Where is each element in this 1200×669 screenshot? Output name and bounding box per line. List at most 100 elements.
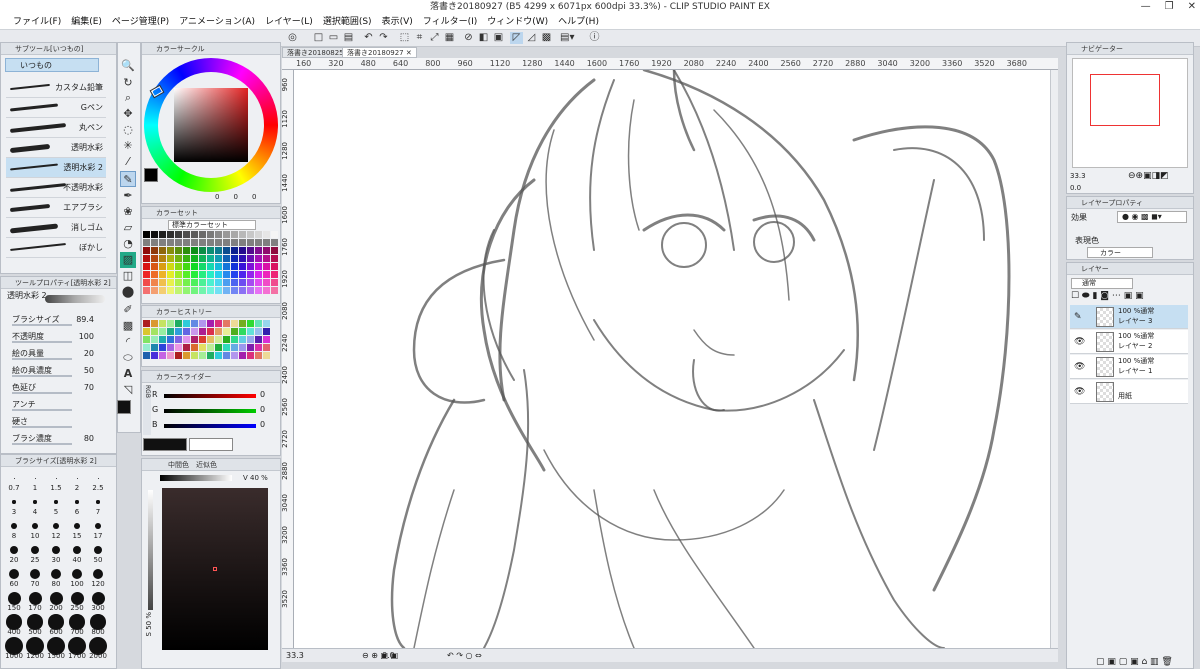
color-history-swatch[interactable] [263,352,270,359]
color-set-swatch[interactable] [255,239,262,246]
color-set-swatch[interactable] [167,271,174,278]
color-set-swatch[interactable] [223,263,230,270]
g-slider[interactable]: G0 [152,405,272,417]
color-set-swatch[interactable] [263,231,270,238]
color-set-swatch[interactable] [223,287,230,294]
color-history-swatch[interactable] [247,336,254,343]
ellipse-tool-icon[interactable]: ⬭ [120,350,136,366]
color-set-swatch[interactable] [271,287,278,294]
color-set-swatch[interactable] [191,279,198,286]
menu-help[interactable]: ヘルプ(H) [553,14,604,29]
color-set-swatch[interactable] [167,287,174,294]
color-set-swatch[interactable] [183,263,190,270]
color-set-swatch[interactable] [271,271,278,278]
color-set-swatch[interactable] [231,247,238,254]
color-history-swatch[interactable] [255,344,262,351]
navigator-controls[interactable]: ⊖⊕▣◨◩ [1128,171,1169,181]
color-set-swatch[interactable] [247,247,254,254]
property-slider[interactable] [12,392,72,394]
color-set-swatch[interactable] [151,263,158,270]
fill-icon[interactable]: ▣ [492,32,505,44]
brush-size-dot[interactable] [34,477,36,479]
color-set-swatch[interactable] [207,271,214,278]
navigator-zoom[interactable]: 33.3 [1070,172,1086,180]
open-icon[interactable]: ▭ [327,32,340,44]
color-history-swatch[interactable] [239,328,246,335]
color-set-swatch[interactable] [223,231,230,238]
color-history-swatch[interactable] [207,320,214,327]
color-set-swatch[interactable] [271,247,278,254]
menu-file[interactable]: ファイル(F) [8,14,66,29]
color-history-swatch[interactable] [215,320,222,327]
color-history-swatch[interactable] [191,344,198,351]
color-set-swatch[interactable] [183,271,190,278]
color-set-swatch[interactable] [263,247,270,254]
color-set-swatch[interactable] [255,271,262,278]
color-set-swatch[interactable] [175,231,182,238]
brush-size-dot[interactable] [32,523,38,529]
color-history-swatch[interactable] [247,352,254,359]
color-history-swatch[interactable] [255,320,262,327]
color-history-swatch[interactable] [215,328,222,335]
color-set-swatch[interactable] [143,271,150,278]
decoration-tool-icon[interactable]: ❀ [120,204,136,220]
color-set-swatch[interactable] [255,231,262,238]
color-set-swatch[interactable] [191,255,198,262]
color-history-swatch[interactable] [239,352,246,359]
color-set-swatch[interactable] [199,263,206,270]
color-set-swatch[interactable] [143,239,150,246]
color-set-swatch[interactable] [239,255,246,262]
b-slider[interactable]: B0 [152,420,272,432]
color-history-swatch[interactable] [215,336,222,343]
hand-tool-icon[interactable]: ⌕ [120,90,136,106]
color-history-swatch[interactable] [183,344,190,351]
brush-size-dot[interactable] [74,523,80,529]
color-history-swatch[interactable] [223,352,230,359]
saturation-value-square[interactable] [174,88,248,162]
color-set-swatch[interactable] [183,239,190,246]
color-set-swatch[interactable] [223,271,230,278]
menu-page[interactable]: ページ管理(P) [107,14,174,29]
color-history-swatch[interactable] [207,344,214,351]
color-set-swatch[interactable] [191,287,198,294]
airbrush-tool-icon[interactable]: ✒ [120,188,136,204]
menu-edit[interactable]: 編集(E) [66,14,107,29]
color-set-swatch[interactable] [151,255,158,262]
color-history-swatch[interactable] [151,320,158,327]
color-set-swatch[interactable] [191,263,198,270]
brush-size-dot[interactable] [28,591,42,605]
brush-size-dot[interactable] [75,500,79,504]
property-value[interactable]: 89.4 [76,312,94,327]
color-history-swatch[interactable] [159,320,166,327]
color-set-swatch[interactable] [167,239,174,246]
brush-size-dot[interactable] [76,477,78,479]
brush-size-dot[interactable] [33,500,37,504]
color-set-swatch[interactable] [143,279,150,286]
ruler-tool-icon[interactable]: ◜ [120,334,136,350]
color-history-swatch[interactable] [255,328,262,335]
color-history-swatch[interactable] [167,336,174,343]
blend-tool-icon[interactable]: ◔ [120,236,136,252]
property-slider[interactable] [12,375,72,377]
color-set-swatch[interactable] [223,255,230,262]
lasso-tool-icon[interactable]: ◌ [120,122,136,138]
color-history-swatch[interactable] [151,344,158,351]
color-set-swatch[interactable] [159,239,166,246]
color-set-swatch[interactable] [159,255,166,262]
color-set-swatch[interactable] [255,247,262,254]
deselect-icon[interactable]: ⬚ [398,32,411,44]
color-set-swatch[interactable] [183,255,190,262]
menu-window[interactable]: ウィンドウ(W) [482,14,553,29]
color-set-swatch[interactable] [175,287,182,294]
tab-document-2[interactable]: 落書き20180927 ✕ [342,47,417,58]
gradient2-tool-icon[interactable]: ▩ [120,318,136,334]
color-history-swatch[interactable] [263,320,270,327]
color-history-swatch[interactable] [191,320,198,327]
color-history-swatch[interactable] [143,328,150,335]
menu-animation[interactable]: アニメーション(A) [174,14,260,29]
color-set-swatch[interactable] [231,231,238,238]
color-set-swatch[interactable] [247,231,254,238]
color-history-swatch[interactable] [199,328,206,335]
color-history-swatch[interactable] [175,336,182,343]
color-set-swatch[interactable] [271,231,278,238]
